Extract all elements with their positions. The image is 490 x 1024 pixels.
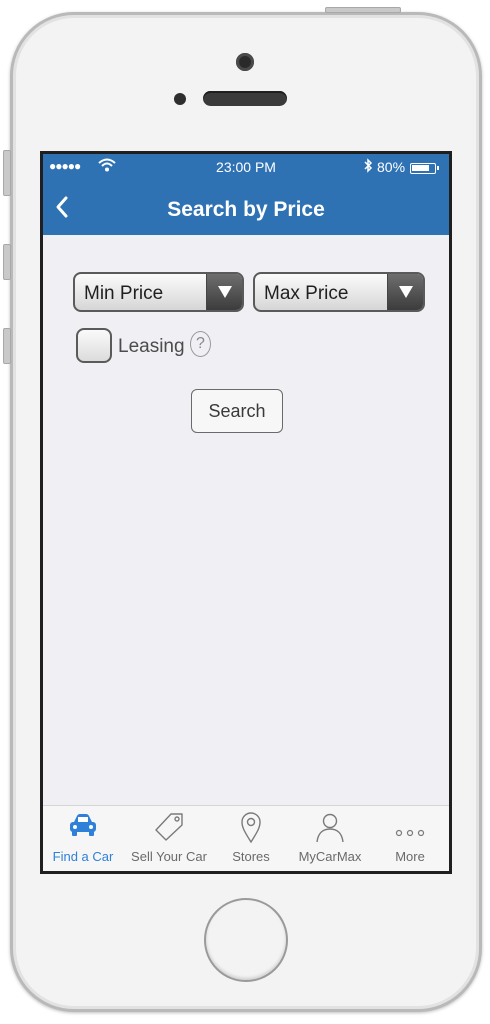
bluetooth-icon <box>363 158 373 176</box>
max-price-dropdown[interactable]: Max Price <box>253 272 425 312</box>
app-screen: ●●●●● 23:00 PM 80% Search by Price Min P… <box>43 154 449 871</box>
min-price-arrow <box>206 274 242 310</box>
status-bar: ●●●●● 23:00 PM 80% <box>43 154 449 182</box>
mute-switch <box>3 150 11 196</box>
earpiece-speaker <box>203 91 287 106</box>
min-price-label: Min Price <box>84 283 164 304</box>
car-icon <box>68 812 98 843</box>
home-button[interactable] <box>204 898 288 982</box>
person-icon <box>315 812 345 849</box>
front-camera <box>236 53 254 71</box>
tab-mycarmax[interactable]: MyCarMax <box>289 806 371 871</box>
tab-stores[interactable]: Stores <box>215 806 287 871</box>
tag-icon <box>153 812 185 847</box>
tab-sell-your-car[interactable]: Sell Your Car <box>125 806 213 871</box>
app-header: ●●●●● 23:00 PM 80% Search by Price <box>43 154 449 235</box>
page-title: Search by Price <box>167 198 325 221</box>
tab-label: Find a Car <box>52 849 114 864</box>
tab-find-a-car[interactable]: Find a Car <box>43 806 123 871</box>
max-price-arrow <box>387 274 423 310</box>
phone-screen: ●●●●● 23:00 PM 80% Search by Price Min P… <box>40 151 452 874</box>
tab-more[interactable]: More <box>373 806 447 871</box>
tab-label: Stores <box>232 849 270 864</box>
battery-percent: 80% <box>377 159 406 175</box>
map-pin-icon <box>240 812 262 849</box>
max-price-label: Max Price <box>264 283 349 304</box>
min-price-dropdown[interactable]: Min Price <box>73 272 244 312</box>
tab-label: More <box>395 849 425 864</box>
help-icon[interactable]: ? <box>190 331 211 357</box>
search-button[interactable]: Search <box>191 389 283 433</box>
tab-label: Sell Your Car <box>131 849 207 864</box>
leasing-label: Leasing <box>118 336 185 357</box>
battery-icon <box>410 163 439 174</box>
tab-bar: Find a Car Sell Your Car Stores MyCarMax… <box>43 805 449 871</box>
navigation-bar: Search by Price <box>43 182 449 235</box>
leasing-checkbox[interactable] <box>76 328 112 363</box>
triangle-down-icon <box>218 286 232 298</box>
volume-up-button <box>3 244 11 280</box>
more-dots-icon <box>395 824 425 842</box>
volume-down-button <box>3 328 11 364</box>
power-button <box>325 7 401 13</box>
triangle-down-icon <box>399 286 413 298</box>
tab-label: MyCarMax <box>298 849 362 864</box>
proximity-sensor <box>174 93 186 105</box>
